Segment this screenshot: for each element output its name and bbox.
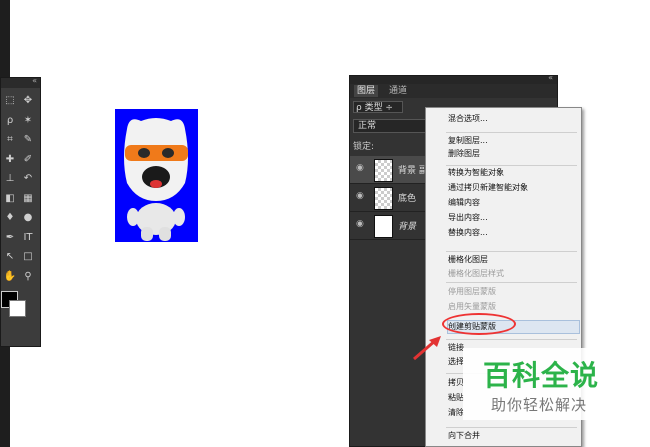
layer-thumbnail	[374, 215, 393, 238]
menu-item[interactable]: 清除	[448, 407, 464, 419]
dodge-tool-icon[interactable]: ●	[21, 211, 35, 225]
stamp-tool-icon[interactable]: ⊥	[3, 172, 17, 186]
menu-item[interactable]: 删除图层	[448, 148, 480, 160]
move-tool-icon[interactable]: ✥	[21, 94, 35, 108]
watermark-title: 百科全说	[483, 359, 600, 392]
tools-panel: « ⬚ ✥ ρ ✶ ⌗ ✎ ✚ ✐ ⊥ ↶ ◧ ▦ ♦ ● ✒ IT ↖ □ ✋ ⚲	[0, 76, 41, 347]
menu-item[interactable]: 栅格化图层	[448, 254, 488, 266]
canvas-image	[115, 109, 198, 242]
brush-tool-icon[interactable]: ✐	[21, 153, 35, 167]
eraser-tool-icon[interactable]: ◧	[3, 192, 17, 206]
menu-item[interactable]: 链接	[448, 342, 464, 354]
blur-tool-icon[interactable]: ♦	[3, 211, 17, 225]
layer-thumbnail	[374, 159, 393, 182]
eyedropper-tool-icon[interactable]: ✎	[21, 133, 35, 147]
annotation-arrow-icon	[413, 336, 441, 361]
lock-label: 锁定:	[353, 142, 375, 152]
tab-channels[interactable]: 通道	[386, 85, 410, 97]
menu-item[interactable]: 向下合并	[448, 430, 480, 442]
layers-panel-header: «	[350, 73, 557, 84]
layer-filter-select[interactable]: ρ 类型 ÷	[353, 101, 403, 113]
layer-name: 背景	[398, 222, 417, 232]
menu-item[interactable]: 粘贴	[448, 392, 464, 404]
path-selection-tool-icon[interactable]: ↖	[3, 250, 17, 264]
menu-item: 栅格化图层样式	[448, 269, 504, 278]
watermark-subtitle: 助你轻松解决	[491, 396, 588, 414]
menu-item[interactable]: 通过拷贝新建智能对象	[448, 182, 528, 194]
magic-wand-tool-icon[interactable]: ✶	[21, 114, 35, 128]
menu-item[interactable]: 转换为智能对象	[448, 167, 504, 179]
menu-item: 停用图层蒙版	[448, 287, 496, 296]
type-tool-icon[interactable]: IT	[21, 231, 35, 245]
background-color-swatch[interactable]	[9, 300, 26, 317]
tools-panel-header: «	[1, 76, 40, 88]
eye-icon[interactable]: ◉	[356, 163, 364, 173]
menu-item[interactable]: 复制图层...	[448, 135, 488, 147]
healing-tool-icon[interactable]: ✚	[3, 153, 17, 167]
crop-tool-icon[interactable]: ⌗	[3, 133, 17, 147]
zoom-tool-icon[interactable]: ⚲	[21, 270, 35, 284]
tab-layers[interactable]: 图层	[354, 85, 379, 97]
menu-item[interactable]: 拷贝	[448, 377, 464, 389]
layer-name: 底色	[398, 194, 417, 204]
lasso-tool-icon[interactable]: ρ	[3, 114, 17, 128]
eye-icon[interactable]: ◉	[356, 191, 364, 201]
shape-tool-icon[interactable]: □	[21, 250, 35, 264]
menu-item: 启用矢量蒙版	[448, 302, 496, 311]
watermark: 百科全说 助你轻松解决	[463, 348, 628, 420]
eye-icon[interactable]: ◉	[356, 219, 364, 229]
hand-tool-icon[interactable]: ✋	[3, 270, 17, 284]
collapse-icon[interactable]: «	[32, 76, 37, 85]
history-brush-tool-icon[interactable]: ↶	[21, 172, 35, 186]
layer-thumbnail	[374, 187, 393, 210]
menu-item[interactable]: 编辑内容	[448, 197, 480, 209]
collapse-icon[interactable]: «	[548, 73, 553, 82]
gradient-tool-icon[interactable]: ▦	[21, 192, 35, 206]
menu-item[interactable]: 导出内容...	[448, 212, 488, 224]
menu-item[interactable]: 混合选项...	[448, 113, 488, 125]
menu-item[interactable]: 替换内容...	[448, 227, 488, 239]
annotation-ellipse	[442, 313, 516, 335]
layers-panel-tabs: 图层 通道	[350, 84, 557, 98]
marquee-tool-icon[interactable]: ⬚	[3, 94, 17, 108]
pen-tool-icon[interactable]: ✒	[3, 231, 17, 245]
menu-item[interactable]: 选择	[448, 356, 464, 368]
